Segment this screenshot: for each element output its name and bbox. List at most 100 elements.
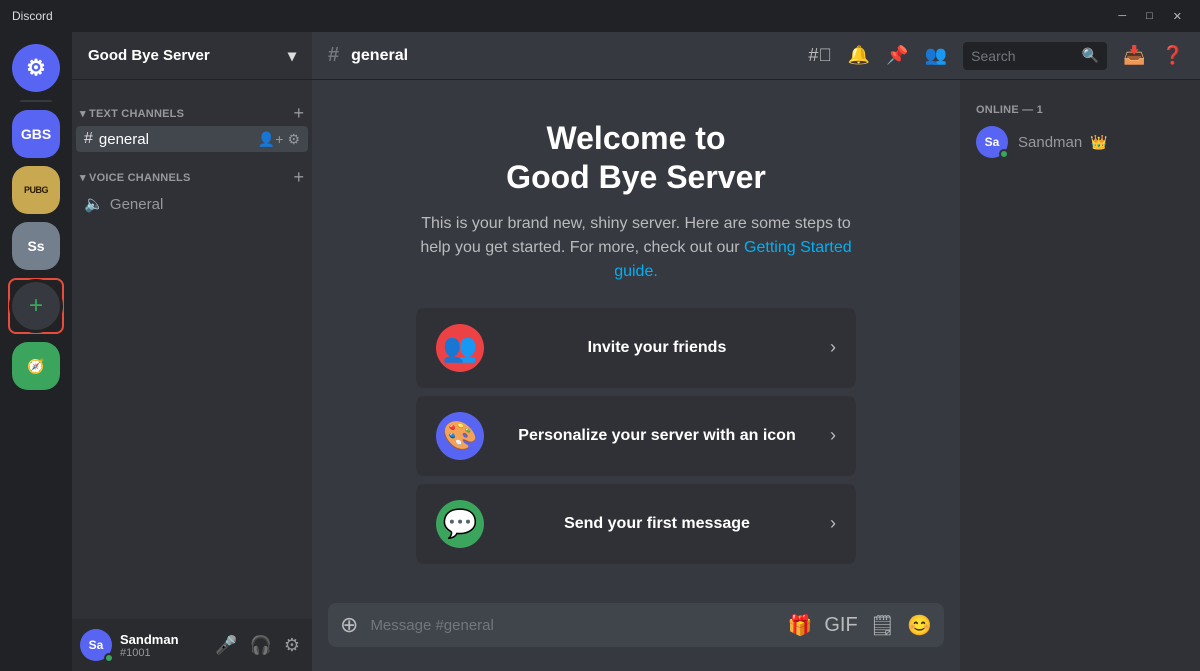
voice-channels-category: ▾ VOICE CHANNELS + [72,152,312,190]
member-category-online: ONLINE — 1 [968,96,1192,120]
compass-icon: 🧭 [27,358,44,375]
sticker-icon[interactable]: 🗒 [870,613,895,638]
text-channels-label: ▾ TEXT CHANNELS [80,107,184,120]
channel-name-general: general [99,131,252,148]
server-icon-discord[interactable]: ⚙ [12,44,60,92]
gift-icon[interactable]: 🎁 [787,613,812,638]
channel-header: # general #⃣ 🔔 📌 👥 🔍 📥 ❓ [312,32,1200,80]
user-avatar: Sa [80,629,112,661]
message-tools: 🎁 GIF 🗒 😊 [787,613,932,638]
category-voice-collapse-icon: ▾ [80,172,89,184]
title-bar-title: Discord [12,9,1112,23]
action-card-invite[interactable]: 👥 Invite your friends › [416,308,856,388]
chat-area: Welcome toGood Bye Server This is your b… [312,80,960,603]
action-card-personalize-label: Personalize your server with an icon [500,427,814,445]
server-sidebar: ⚙ GBS PUBG Ss + 🧭 [0,32,72,671]
member-item-sandman[interactable]: Sa Sandman 👑 [968,120,1192,164]
header-icons: #⃣ 🔔 📌 👥 🔍 📥 ❓ [808,42,1184,70]
inbox-icon[interactable]: 📥 [1123,45,1145,66]
channel-header-hash-icon: # [328,44,339,67]
member-badge-sandman: 👑 [1090,134,1107,150]
welcome-description: This is your brand new, shiny server. He… [416,212,856,284]
user-settings-icon[interactable]: ⚙ [280,631,304,660]
action-card-personalize[interactable]: 🎨 Personalize your server with an icon › [416,396,856,476]
close-button[interactable]: ✕ [1167,8,1188,25]
search-input[interactable] [971,48,1076,64]
server-icon-explore[interactable]: 🧭 [12,342,60,390]
server-name: Good Bye Server [88,47,210,64]
message-input[interactable] [370,617,775,634]
member-status-dot-sandman [999,149,1009,159]
server-icon-pubg-label: PUBG [24,186,48,195]
speaker-icon: 🔈 [84,194,104,214]
add-text-channel-button[interactable]: + [293,104,304,122]
microphone-icon[interactable]: 🎤 [211,631,241,660]
member-list: ONLINE — 1 Sa Sandman 👑 [960,80,1200,671]
user-status-dot [104,653,114,663]
action-card-message-icon: 💬 [436,500,484,548]
action-card-message-label: Send your first message [500,515,814,533]
headphone-icon[interactable]: 🎧 [245,631,275,660]
channel-name-general-voice: General [110,196,300,213]
text-channels-category: ▾ TEXT CHANNELS + [72,88,312,126]
action-card-personalize-icon: 🎨 [436,412,484,460]
server-sidebar-divider [20,100,52,102]
server-icon-ss-label: Ss [27,238,44,254]
category-collapse-icon: ▾ [80,108,89,120]
server-icon-ss[interactable]: Ss [12,222,60,270]
server-icon-gbs-label: GBS [21,126,51,142]
members-icon[interactable]: 👥 [925,45,947,66]
threads-icon[interactable]: #⃣ [808,45,832,66]
pinned-icon[interactable]: 📌 [886,45,908,66]
server-header[interactable]: Good Bye Server ▾ [72,32,312,80]
user-controls: 🎤 🎧 ⚙ [211,631,304,660]
discord-logo-icon: ⚙ [26,55,46,81]
help-icon[interactable]: ❓ [1162,45,1184,66]
message-attach-button[interactable]: ⊕ [340,614,358,636]
action-card-invite-arrow-icon: › [830,337,836,358]
notifications-icon[interactable]: 🔔 [848,45,870,66]
member-avatar-initials-sandman: Sa [985,135,1000,149]
action-card-message-arrow-icon: › [830,513,836,534]
search-icon: 🔍 [1082,47,1099,64]
invite-icon[interactable]: 👤+ [258,131,284,148]
channel-item-general[interactable]: # general 👤+ ⚙ [76,126,308,152]
welcome-section: Welcome toGood Bye Server This is your b… [416,119,856,564]
chat-member-wrapper: Welcome toGood Bye Server This is your b… [312,80,1200,671]
search-box[interactable]: 🔍 [963,42,1107,70]
channel-actions: 👤+ ⚙ [258,131,300,148]
server-icon-pubg[interactable]: PUBG [12,166,60,214]
add-server-highlight: + [8,278,64,334]
gif-icon[interactable]: GIF [824,614,857,637]
main-content: # general #⃣ 🔔 📌 👥 🔍 📥 ❓ [312,32,1200,671]
user-tag: #1001 [120,647,203,659]
chat-column: Welcome toGood Bye Server This is your b… [312,80,960,671]
action-card-message[interactable]: 💬 Send your first message › [416,484,856,564]
welcome-title: Welcome toGood Bye Server [506,119,766,196]
message-input-box: ⊕ 🎁 GIF 🗒 😊 [328,603,944,647]
user-info: Sandman #1001 [120,632,203,659]
message-input-area: ⊕ 🎁 GIF 🗒 😊 [312,603,960,671]
channel-list: ▾ TEXT CHANNELS + # general 👤+ ⚙ ▾ VOICE… [72,80,312,619]
minimize-button[interactable]: ─ [1112,8,1132,25]
voice-channels-label: ▾ VOICE CHANNELS [80,171,191,184]
action-card-invite-label: Invite your friends [500,339,814,357]
plus-icon: + [29,292,43,320]
action-card-personalize-arrow-icon: › [830,425,836,446]
hash-icon: # [84,130,93,148]
action-cards: 👥 Invite your friends › 🎨 Personalize yo… [416,308,856,564]
channel-sidebar: Good Bye Server ▾ ▾ TEXT CHANNELS + # ge… [72,32,312,671]
add-server-button[interactable]: + [12,282,60,330]
channel-item-general-voice[interactable]: 🔈 General [76,190,308,218]
title-bar: Discord ─ □ ✕ [0,0,1200,32]
emoji-icon[interactable]: 😊 [907,613,932,638]
action-card-invite-icon: 👥 [436,324,484,372]
channel-header-name: general [351,47,408,65]
add-voice-channel-button[interactable]: + [293,168,304,186]
settings-icon[interactable]: ⚙ [287,131,300,148]
user-panel: Sa Sandman #1001 🎤 🎧 ⚙ [72,619,312,671]
server-icon-gbs[interactable]: GBS [12,110,60,158]
member-avatar-sandman: Sa [976,126,1008,158]
maximize-button[interactable]: □ [1140,8,1159,25]
user-name: Sandman [120,632,203,647]
